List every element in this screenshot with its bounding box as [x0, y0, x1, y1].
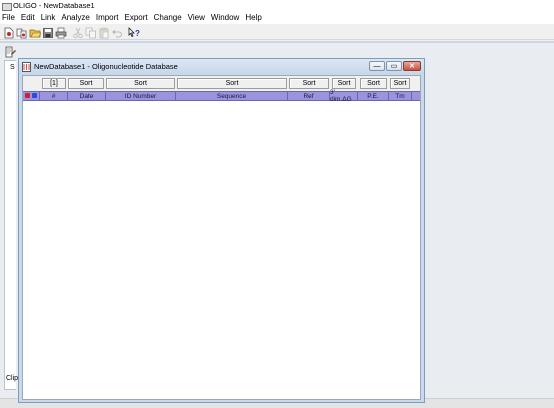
red-flag-icon	[25, 93, 30, 98]
background-window[interactable]	[4, 60, 16, 390]
save-icon[interactable]	[41, 26, 53, 38]
help-pointer-icon[interactable]: ?	[127, 26, 140, 38]
sort-ref-button[interactable]: Sort	[289, 78, 329, 89]
print-icon[interactable]	[54, 26, 67, 38]
svg-text:?: ?	[135, 29, 140, 38]
database-icon	[22, 61, 31, 72]
undo-icon[interactable]	[110, 26, 122, 38]
workspace-band	[0, 41, 554, 43]
paste-icon[interactable]	[97, 26, 109, 38]
app-title-bar: OLIGO - NewDatabase1	[0, 0, 554, 11]
column-header-ref[interactable]: Ref	[288, 92, 330, 100]
menu-import[interactable]: Import	[96, 13, 119, 22]
background-window-fragment: S	[10, 64, 15, 71]
column-header-tm[interactable]: Tm	[389, 92, 412, 100]
column-header-row: # Date ID Number Sequence Ref 3' dim.ΔG …	[23, 89, 420, 103]
database-window-title-bar[interactable]: NewDatabase1 - Oligonucleotide Database …	[19, 59, 424, 74]
menu-edit[interactable]: Edit	[21, 13, 35, 22]
menu-view[interactable]: View	[188, 13, 205, 22]
database-window-title: NewDatabase1 - Oligonucleotide Database	[34, 62, 178, 71]
new-document-icon[interactable]	[2, 26, 14, 38]
sort-pe-button[interactable]: Sort	[360, 78, 387, 89]
sort-dimer-dg-button[interactable]: Sort	[332, 78, 356, 89]
menu-analyze[interactable]: Analyze	[61, 13, 89, 22]
column-header-dimer-dg[interactable]: 3' dim.ΔG	[330, 89, 358, 103]
column-header-date[interactable]: Date	[68, 92, 106, 100]
menu-window[interactable]: Window	[211, 13, 239, 22]
copy-document-icon[interactable]	[15, 26, 27, 38]
app-title: OLIGO - NewDatabase1	[13, 1, 95, 10]
column-header-number[interactable]: #	[40, 92, 68, 100]
background-window-clip-text: Clip	[6, 375, 19, 382]
menu-bar: File Edit Link Analyze Import Export Cha…	[0, 11, 554, 24]
sort-button-row: [1] Sort Sort Sort Sort Sort Sort Sort	[23, 76, 420, 91]
menu-help[interactable]: Help	[245, 13, 261, 22]
cut-icon[interactable]	[71, 26, 83, 38]
sort-sequence-button[interactable]: Sort	[177, 78, 287, 89]
menu-file[interactable]: File	[2, 13, 15, 22]
database-window[interactable]: NewDatabase1 - Oligonucleotide Database …	[18, 58, 425, 403]
maximize-button[interactable]: ▭	[386, 61, 402, 71]
toolbar: ?	[0, 24, 554, 40]
menu-link[interactable]: Link	[41, 13, 56, 22]
oligo-app-icon	[2, 2, 12, 11]
column-header-sequence[interactable]: Sequence	[176, 92, 288, 100]
close-button[interactable]: ✕	[403, 61, 421, 71]
edit-document-icon[interactable]	[4, 46, 16, 58]
record-index-button[interactable]: [1]	[42, 78, 66, 89]
menu-export[interactable]: Export	[125, 13, 148, 22]
menu-change[interactable]: Change	[154, 13, 182, 22]
sort-tm-button[interactable]: Sort	[390, 78, 410, 89]
minimize-button[interactable]: —	[369, 61, 385, 71]
column-header-id-number[interactable]: ID Number	[106, 92, 176, 100]
column-header-pe[interactable]: P.E.	[358, 92, 389, 100]
copy-icon[interactable]	[84, 26, 96, 38]
flag-column-header[interactable]	[23, 92, 40, 100]
sort-date-button[interactable]: Sort	[68, 78, 104, 89]
sort-id-number-button[interactable]: Sort	[106, 78, 175, 89]
blue-flag-icon	[32, 93, 37, 98]
database-table-area[interactable]: [1] Sort Sort Sort Sort Sort Sort Sort #…	[22, 75, 421, 400]
open-folder-icon[interactable]	[28, 26, 41, 38]
